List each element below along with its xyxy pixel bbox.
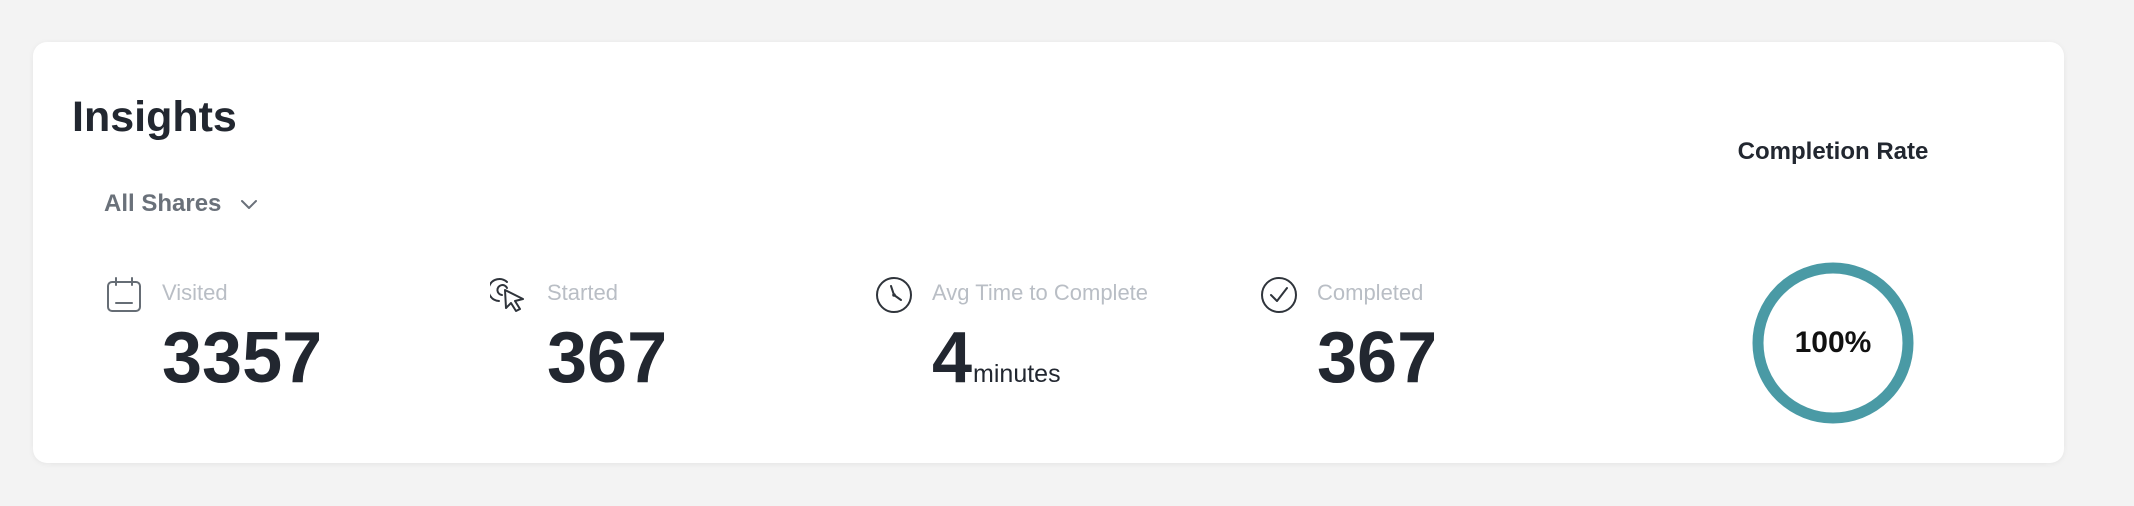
- completion-rate-value: 100%: [1794, 326, 1872, 359]
- metric-visited: Visited 3357: [105, 276, 405, 426]
- metric-started: Started 367: [487, 276, 790, 426]
- check-circle-icon: [1260, 276, 1298, 314]
- metric-label: Completed: [1317, 280, 1424, 305]
- completion-rate-donut: 100%: [1747, 257, 1919, 429]
- cursor-click-icon: [487, 276, 528, 314]
- metric-value: 367: [547, 318, 668, 398]
- chevron-down-icon: [239, 194, 259, 214]
- metric-value: 4minutes: [932, 318, 1061, 398]
- shares-filter-label: All Shares: [104, 190, 222, 217]
- metric-label: Visited: [162, 280, 228, 305]
- calendar-icon: [105, 276, 143, 314]
- completion-rate-title: Completion Rate: [1737, 138, 1929, 165]
- metric-value: 367: [1317, 318, 1438, 398]
- clock-icon: [875, 276, 913, 314]
- metric-label: Avg Time to Complete: [932, 280, 1149, 305]
- page-title: Insights: [72, 93, 237, 141]
- metric-completed: Completed 367: [1260, 276, 1560, 426]
- metric-value: 3357: [162, 318, 323, 398]
- shares-filter-dropdown[interactable]: All Shares: [104, 186, 259, 222]
- insights-card: Insights All Shares Visited 3357 Started…: [33, 42, 2064, 463]
- metric-avg-time: Avg Time to Complete 4minutes: [875, 276, 1195, 426]
- metric-label: Started: [547, 280, 618, 305]
